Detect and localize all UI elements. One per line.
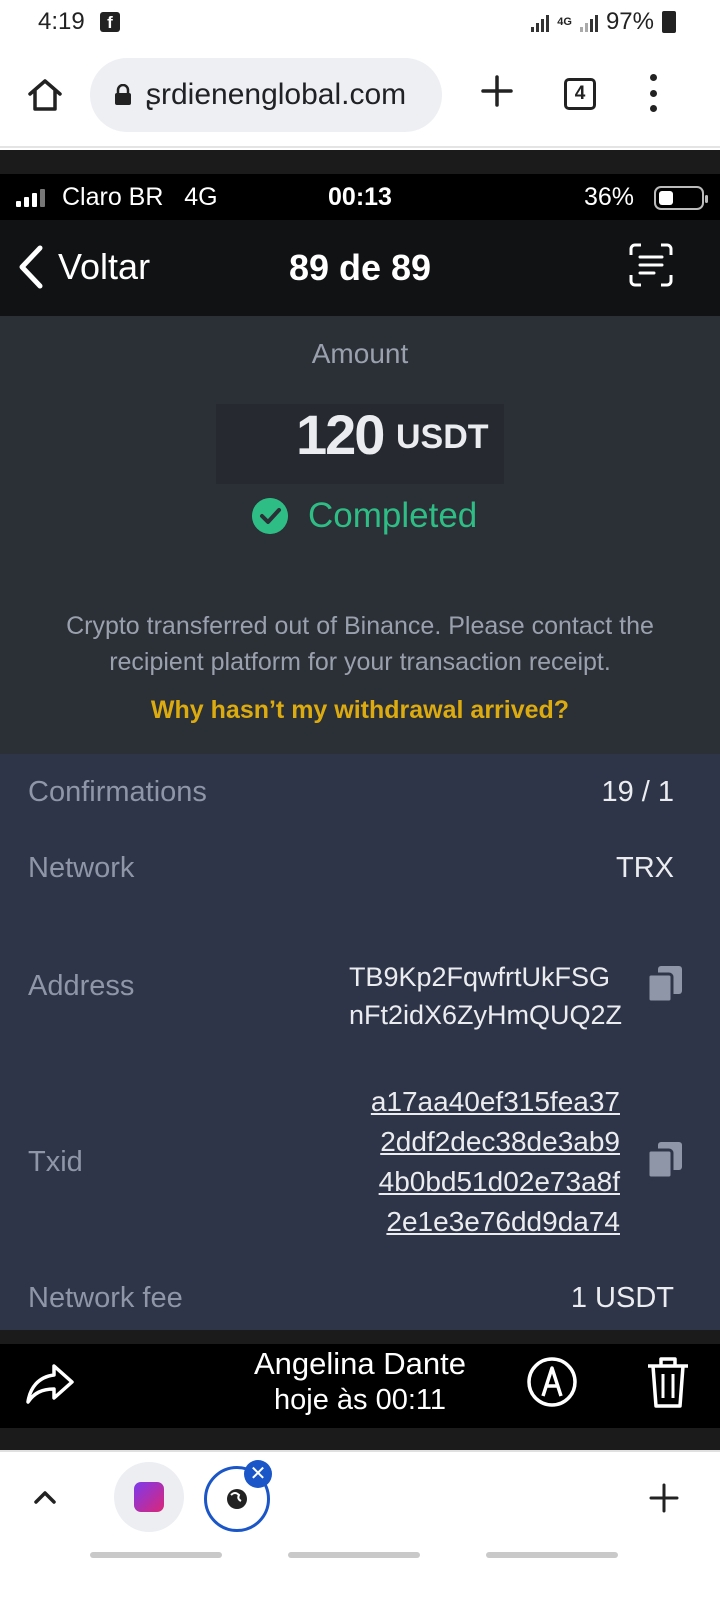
sender-name: Angelina Dante (254, 1346, 466, 1381)
add-tab-icon[interactable] (648, 1482, 680, 1514)
text-scan-icon[interactable] (628, 242, 674, 288)
url-text: ʂrdienenglobal.com (146, 78, 407, 111)
home-icon[interactable] (26, 76, 64, 114)
ios-battery-percentage: 36% (583, 183, 634, 211)
tab-switcher-button[interactable]: 4 (564, 78, 596, 110)
address-label: Address (28, 970, 135, 1002)
copy-txid-icon[interactable] (646, 1140, 684, 1180)
image-bottom-padding-2 (0, 1428, 720, 1450)
battery-icon (662, 11, 676, 33)
ios-status-bar: Claro BR 4G 00:13 36% (0, 174, 720, 220)
network-type-label: 4G (557, 16, 572, 28)
tab-strip: ✕ (0, 1450, 720, 1600)
signal-icon (531, 12, 550, 32)
address-line: TB9Kp2FqwfrtUkFSG (348, 962, 610, 992)
transfer-description: Crypto transferred out of Binance. Pleas… (66, 612, 654, 676)
signal-icon-secondary (579, 12, 598, 32)
network-label: Network (28, 852, 135, 884)
txid-line: 2ddf2dec38de3ab9 (380, 1126, 620, 1157)
network-value: TRX (616, 852, 674, 884)
confirmations-label: Confirmations (28, 776, 207, 808)
amount-value: 120 (296, 403, 385, 466)
tab-favicon-app[interactable] (114, 1462, 184, 1532)
more-menu-icon[interactable] (650, 74, 658, 112)
edit-icon[interactable] (526, 1356, 578, 1408)
address-bar[interactable]: ʂrdienenglobal.com (90, 58, 442, 132)
gesture-bar (486, 1552, 618, 1558)
browser-toolbar: ʂrdienenglobal.com 4 (0, 44, 720, 148)
sent-time: hoje às 00:11 (274, 1384, 446, 1416)
txid-label: Txid (28, 1146, 83, 1178)
image-top-padding (0, 150, 720, 174)
ios-battery-icon (654, 186, 708, 210)
status-time: 4:19 (38, 8, 85, 35)
confirmations-value: 19 / 1 (601, 776, 674, 808)
lock-icon (115, 84, 131, 105)
amount-panel: Amount 120 USDT Completed Crypto transfe… (0, 316, 720, 754)
network-fee-value: 1 USDT (570, 1282, 674, 1314)
address-value: TB9Kp2FqwfrtUkFSG nFt2idX6ZyHmQUQ2Z (349, 958, 622, 1034)
amount-label: Amount (311, 338, 409, 369)
address-line: nFt2idX6ZyHmQUQ2Z (348, 1000, 622, 1030)
withdrawal-help-link[interactable]: Why hasn’t my withdrawal arrived? (0, 696, 720, 725)
copy-address-icon[interactable] (646, 964, 684, 1004)
txid-line: 2e1e3e76dd9da74 (386, 1206, 620, 1237)
status-badge: Completed (252, 496, 477, 536)
viewer-title: 89 de 89 (288, 247, 432, 288)
status-right-group: 4G 97% (531, 8, 676, 36)
facebook-icon: f (100, 12, 120, 32)
gesture-bar (288, 1552, 420, 1558)
amount-currency: USDT (396, 418, 489, 456)
gesture-bar (90, 1552, 222, 1558)
battery-percentage: 97% (605, 8, 654, 35)
check-circle-icon (252, 498, 288, 534)
media-viewer-bar: Angelina Dante hoje às 00:11 (0, 1344, 720, 1428)
txid-line: 4b0bd51d02e73a8f (378, 1166, 620, 1197)
status-text: Completed (308, 496, 478, 535)
image-bottom-padding (0, 1330, 720, 1344)
new-tab-icon[interactable] (480, 74, 514, 108)
chevron-up-icon[interactable] (30, 1482, 60, 1512)
txid-line: a17aa40ef315fea37 (370, 1086, 620, 1117)
txid-value[interactable]: a17aa40ef315fea37 2ddf2dec38de3ab9 4b0bd… (371, 1082, 620, 1242)
network-fee-label: Network fee (28, 1282, 183, 1314)
android-status-bar: 4:19 f 4G 97% (0, 0, 720, 44)
close-tab-icon[interactable]: ✕ (244, 1460, 272, 1488)
transaction-details: Confirmations 19 / 1 Network TRX Address… (0, 754, 720, 1330)
viewer-nav-bar: Voltar 89 de 89 (0, 220, 720, 316)
app-favicon-icon (134, 1482, 164, 1512)
trash-icon[interactable] (644, 1354, 692, 1410)
